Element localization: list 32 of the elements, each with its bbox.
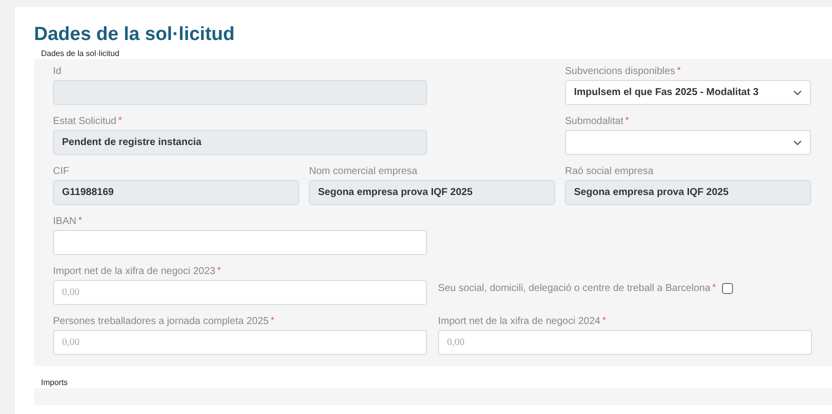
field-label: Persones treballadores a jornada completa 2025 <box>53 315 269 328</box>
required-mark: * <box>270 315 274 327</box>
required-mark: * <box>217 265 221 277</box>
required-mark: * <box>625 115 629 127</box>
field-label: Subvencions disponibles <box>565 65 676 78</box>
field-label: Id <box>53 65 62 78</box>
chevron-icon <box>793 90 802 96</box>
section-legend: Imports <box>34 378 832 388</box>
field-label: Seu social, domicili, delegació o centre de treball a Barcelona <box>438 282 710 295</box>
field-label: Estat Solicitud <box>53 115 116 128</box>
input-field[interactable]: 0,00 <box>53 330 427 355</box>
checkbox[interactable] <box>722 283 733 294</box>
input-field[interactable]: 0,00 <box>53 280 427 305</box>
input-field[interactable] <box>53 230 427 255</box>
required-mark: * <box>118 115 122 127</box>
required-mark: * <box>712 282 716 294</box>
field-label: Raó social empresa <box>565 165 654 178</box>
field-label: Submodalitat <box>565 115 624 128</box>
input-field[interactable]: 0,00 <box>438 330 812 355</box>
section-legend: Dades de la sol·licitud <box>34 49 832 59</box>
chevron-icon <box>793 140 802 146</box>
required-mark: * <box>602 315 606 327</box>
required-mark: * <box>78 215 82 227</box>
field-label: IBAN <box>53 215 76 228</box>
field-label: Nom comercial empresa <box>309 165 418 178</box>
field-label: Import net de la xifra de negoci 2024 <box>438 315 600 328</box>
field-label: CIF <box>53 165 70 178</box>
required-mark: * <box>677 65 681 77</box>
page-title: Dades de la sol·licitud <box>34 24 236 46</box>
select-field[interactable]: Impulsem el que Fas 2025 - Modalitat 3 <box>565 80 811 105</box>
select-field[interactable] <box>565 130 811 155</box>
field-label: Import net de la xifra de negoci 2023 <box>53 265 216 278</box>
